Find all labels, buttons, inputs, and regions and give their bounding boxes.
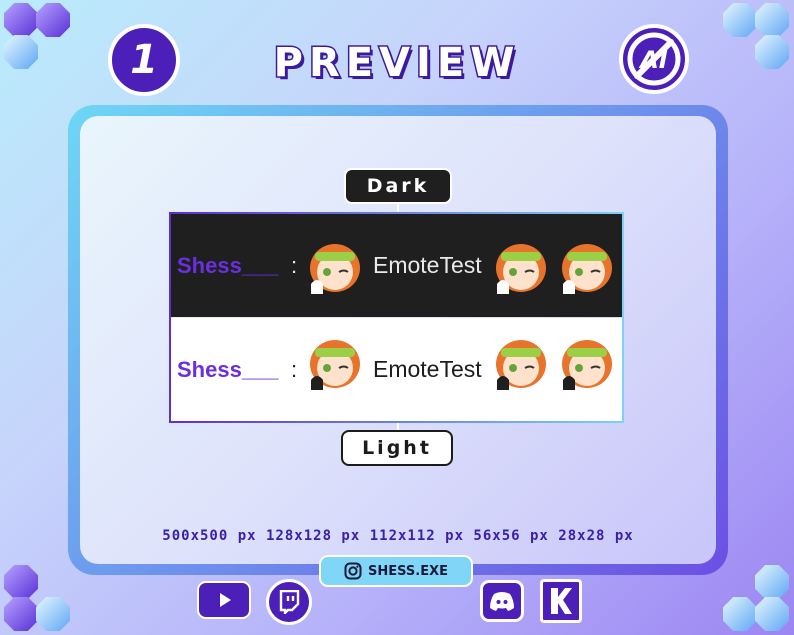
instagram-icon (344, 562, 362, 580)
chat-separator: : (291, 356, 298, 382)
corner-octagon-decoration (36, 597, 70, 631)
light-theme-label: Light (341, 430, 453, 466)
page-title: PREVIEW (272, 39, 521, 88)
corner-octagon-decoration (4, 597, 38, 631)
instagram-handle-link[interactable]: SHESS.EXE (319, 555, 473, 587)
corner-octagon-decoration (723, 597, 757, 631)
corner-octagon-decoration (755, 597, 789, 631)
youtube-icon (220, 593, 231, 607)
corner-octagon-decoration (755, 565, 789, 599)
emote-image (562, 244, 612, 294)
youtube-link[interactable] (197, 581, 251, 619)
emote-image (562, 340, 612, 390)
twitch-link[interactable] (266, 579, 312, 625)
no-ai-badge: AI (617, 22, 691, 96)
chat-row-dark: Shess___ : EmoteTest (171, 214, 622, 317)
corner-octagon-decoration (4, 3, 38, 37)
twitch-icon (279, 590, 300, 614)
corner-octagon-decoration (4, 35, 38, 69)
emote-image (310, 244, 360, 294)
step-number-badge: 1 (108, 24, 180, 96)
corner-octagon-decoration (4, 565, 38, 599)
kofi-link[interactable] (540, 579, 582, 623)
emote-image (496, 244, 546, 294)
chat-row-light: Shess___ : EmoteTest (171, 318, 622, 421)
emote-image (310, 340, 360, 390)
corner-octagon-decoration (723, 3, 757, 37)
corner-octagon-decoration (755, 35, 789, 69)
kofi-icon (551, 588, 572, 614)
dark-theme-label: Dark (344, 168, 452, 204)
chat-username: Shess___ (177, 252, 279, 278)
discord-icon (490, 592, 514, 611)
chat-message: EmoteTest (373, 356, 482, 382)
chat-message: EmoteTest (373, 252, 482, 278)
emote-image (496, 340, 546, 390)
chat-username: Shess___ (177, 356, 279, 382)
corner-octagon-decoration (755, 3, 789, 37)
discord-link[interactable] (480, 580, 524, 622)
emote-sizes: 500x500 px 128x128 px 112x112 px 56x56 p… (162, 528, 634, 544)
chat-separator: : (291, 252, 298, 278)
no-ai-icon: AI (619, 24, 689, 94)
instagram-handle: SHESS.EXE (368, 563, 448, 579)
chat-preview: Shess___ : EmoteTest Shess___: EmoteTes… (169, 212, 624, 423)
corner-octagon-decoration (36, 3, 70, 37)
